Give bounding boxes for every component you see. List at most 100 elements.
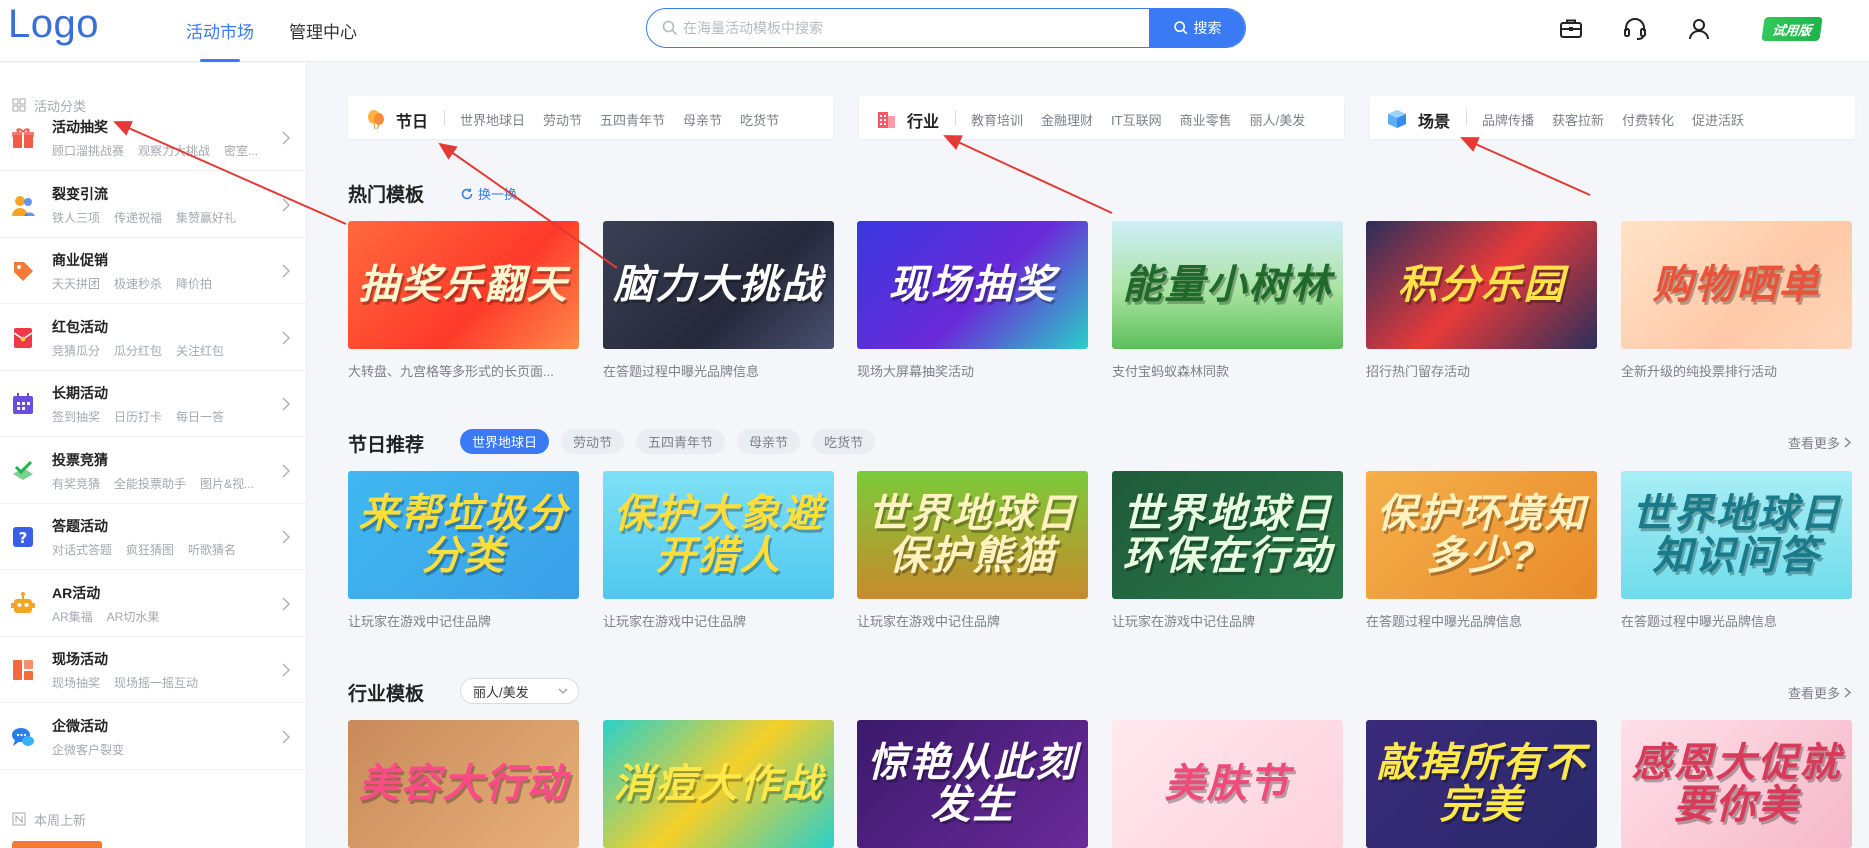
template-card[interactable]: 敲掉所有不完美 <box>1366 720 1597 848</box>
template-thumbnail[interactable]: 抽奖乐翻天 <box>348 221 579 349</box>
sidebar-item[interactable]: 红包活动 竞猜瓜分 瓜分红包 关注红包 <box>0 305 307 371</box>
sidebar-item-sub[interactable]: 现场抽奖 <box>52 674 100 691</box>
category-link[interactable]: 五四青年节 <box>600 110 665 129</box>
template-card[interactable]: 能量小树林 支付宝蚂蚁森林同款 <box>1112 221 1343 380</box>
sidebar-item-sub[interactable]: 竞猜瓜分 <box>52 342 100 359</box>
sidebar-item[interactable]: 企微活动 企微客户裂变 <box>0 704 307 770</box>
category-link[interactable]: IT互联网 <box>1111 110 1162 129</box>
sidebar-item[interactable]: AR活动 AR集福 AR切水果 <box>0 571 307 637</box>
template-card[interactable]: 世界地球日保护熊猫 让玩家在游戏中记住品牌 <box>857 471 1088 630</box>
sidebar-item-sub[interactable]: 顾口溜挑战赛 <box>52 142 124 159</box>
template-thumbnail[interactable]: 世界地球日环保在行动 <box>1112 471 1343 599</box>
template-card[interactable]: 购物晒单 全新升级的纯投票排行活动 <box>1621 221 1852 380</box>
nav-tab-management-center[interactable]: 管理中心 <box>289 18 357 62</box>
sidebar-item-sub[interactable]: 降价拍 <box>176 275 212 292</box>
template-thumbnail[interactable]: 保护大象避开猎人 <box>603 471 834 599</box>
nav-tab-activity-market[interactable]: 活动市场 <box>186 18 254 62</box>
category-link[interactable]: 品牌传播 <box>1482 110 1534 129</box>
sidebar-item-sub[interactable]: 全能投票助手 <box>114 475 186 492</box>
template-thumbnail[interactable]: 惊艳从此刻发生 <box>857 720 1088 848</box>
sidebar-item-sub[interactable]: 每日一答 <box>176 408 224 425</box>
sidebar-item[interactable]: 投票竞猜 有奖竞猜 全能投票助手 图片&视... <box>0 438 307 504</box>
template-thumbnail[interactable]: 美容大行动 <box>348 720 579 848</box>
template-thumbnail[interactable]: 世界地球日知识问答 <box>1621 471 1852 599</box>
template-thumbnail[interactable]: 感恩大促就要你美 <box>1621 720 1852 848</box>
template-card[interactable]: 世界地球日知识问答 在答题过程中曝光品牌信息 <box>1621 471 1852 630</box>
sidebar-item[interactable]: 长期活动 签到抽奖 日历打卡 每日一答 <box>0 371 307 437</box>
template-thumbnail[interactable]: 积分乐园 <box>1366 221 1597 349</box>
search-button[interactable]: 搜索 <box>1149 9 1245 47</box>
sidebar-item-sub[interactable]: 集赞赢好礼 <box>176 209 236 226</box>
template-thumbnail[interactable]: 美肤节 <box>1112 720 1343 848</box>
industry-select[interactable]: 丽人/美发 <box>460 678 579 704</box>
festival-pill[interactable]: 劳动节 <box>561 429 625 454</box>
category-link[interactable]: 获客拉新 <box>1552 110 1604 129</box>
sidebar-item-sub[interactable]: 密室... <box>224 142 258 159</box>
briefcase-icon[interactable] <box>1558 16 1584 42</box>
refresh-button[interactable]: 换一换 <box>460 184 517 203</box>
category-title[interactable]: 节日 <box>396 108 428 132</box>
template-card[interactable]: 美肤节 <box>1112 720 1343 848</box>
sidebar-item[interactable]: 裂变引流 铁人三项 传递祝福 集赞赢好礼 <box>0 172 307 238</box>
category-link[interactable]: 丽人/美发 <box>1250 110 1306 129</box>
festival-pill[interactable]: 母亲节 <box>737 429 801 454</box>
category-link[interactable]: 商业零售 <box>1180 110 1232 129</box>
sidebar-item-sub[interactable]: 对话式答题 <box>52 541 112 558</box>
sidebar-item-sub[interactable]: 传递祝福 <box>114 209 162 226</box>
sidebar-item-sub[interactable]: 极速秒杀 <box>114 275 162 292</box>
template-card[interactable]: 美容大行动 <box>348 720 579 848</box>
trial-badge[interactable]: 试用版 <box>1761 17 1823 41</box>
search-input[interactable] <box>683 9 1093 47</box>
sidebar-item-sub[interactable]: 瓜分红包 <box>114 342 162 359</box>
category-link[interactable]: 劳动节 <box>543 110 582 129</box>
template-thumbnail[interactable]: 世界地球日保护熊猫 <box>857 471 1088 599</box>
template-card[interactable]: 惊艳从此刻发生 <box>857 720 1088 848</box>
template-card[interactable]: 脑力大挑战 在答题过程中曝光品牌信息 <box>603 221 834 380</box>
festival-pill[interactable]: 五四青年节 <box>636 429 726 454</box>
logo[interactable]: Logo <box>8 2 99 47</box>
headset-icon[interactable] <box>1622 16 1648 42</box>
template-thumbnail[interactable]: 脑力大挑战 <box>603 221 834 349</box>
template-card[interactable]: 保护大象避开猎人 让玩家在游戏中记住品牌 <box>603 471 834 630</box>
sidebar-item[interactable]: 商业促销 天天拼团 极速秒杀 降价拍 <box>0 238 307 304</box>
category-link[interactable]: 世界地球日 <box>460 110 525 129</box>
template-card[interactable]: 感恩大促就要你美 <box>1621 720 1852 848</box>
template-thumbnail[interactable]: 来帮垃圾分分类 <box>348 471 579 599</box>
user-icon[interactable] <box>1686 16 1712 42</box>
new-this-week-thumbnail[interactable] <box>12 841 102 848</box>
category-title[interactable]: 场景 <box>1418 108 1450 132</box>
sidebar-item-sub[interactable]: 疯狂猜图 <box>126 541 174 558</box>
industry-more-link[interactable]: 查看更多 <box>1788 683 1851 702</box>
sidebar-item-sub[interactable]: 日历打卡 <box>114 408 162 425</box>
festival-pill[interactable]: 世界地球日 <box>460 429 550 454</box>
sidebar-item-sub[interactable]: 观察力大挑战 <box>138 142 210 159</box>
festival-pill[interactable]: 吃货节 <box>812 429 876 454</box>
sidebar-item-sub[interactable]: AR集福 <box>52 608 93 625</box>
template-thumbnail[interactable]: 消痘大作战 <box>603 720 834 848</box>
template-card[interactable]: 抽奖乐翻天 大转盘、九宫格等多形式的长页面... <box>348 221 579 380</box>
category-link[interactable]: 母亲节 <box>683 110 722 129</box>
sidebar-item-sub[interactable]: 图片&视... <box>200 475 254 492</box>
template-thumbnail[interactable]: 保护环境知多少? <box>1366 471 1597 599</box>
sidebar-item-sub[interactable]: 有奖竞猜 <box>52 475 100 492</box>
sidebar-item[interactable]: ? 答题活动 对话式答题 疯狂猜图 听歌猜名 <box>0 504 307 570</box>
sidebar-item-sub[interactable]: AR切水果 <box>107 608 160 625</box>
template-card[interactable]: 积分乐园 招行热门留存活动 <box>1366 221 1597 380</box>
template-card[interactable]: 保护环境知多少? 在答题过程中曝光品牌信息 <box>1366 471 1597 630</box>
sidebar-item-sub[interactable]: 铁人三项 <box>52 209 100 226</box>
template-card[interactable]: 现场抽奖 现场大屏幕抽奖活动 <box>857 221 1088 380</box>
template-thumbnail[interactable]: 购物晒单 <box>1621 221 1852 349</box>
sidebar-item-sub[interactable]: 听歌猜名 <box>188 541 236 558</box>
template-card[interactable]: 消痘大作战 <box>603 720 834 848</box>
sidebar-item-sub[interactable]: 签到抽奖 <box>52 408 100 425</box>
category-title[interactable]: 行业 <box>907 108 939 132</box>
sidebar-item-sub[interactable]: 企微客户裂变 <box>52 741 124 758</box>
category-link[interactable]: 促进活跃 <box>1692 110 1744 129</box>
sidebar-item[interactable]: 活动抽奖 顾口溜挑战赛 观察力大挑战 密室... <box>0 105 307 171</box>
template-card[interactable]: 来帮垃圾分分类 让玩家在游戏中记住品牌 <box>348 471 579 630</box>
template-thumbnail[interactable]: 敲掉所有不完美 <box>1366 720 1597 848</box>
festival-more-link[interactable]: 查看更多 <box>1788 433 1851 452</box>
category-link[interactable]: 教育培训 <box>971 110 1023 129</box>
sidebar-item[interactable]: 现场活动 现场抽奖 现场摇一摇互动 <box>0 637 307 703</box>
sidebar-item-sub[interactable]: 关注红包 <box>176 342 224 359</box>
